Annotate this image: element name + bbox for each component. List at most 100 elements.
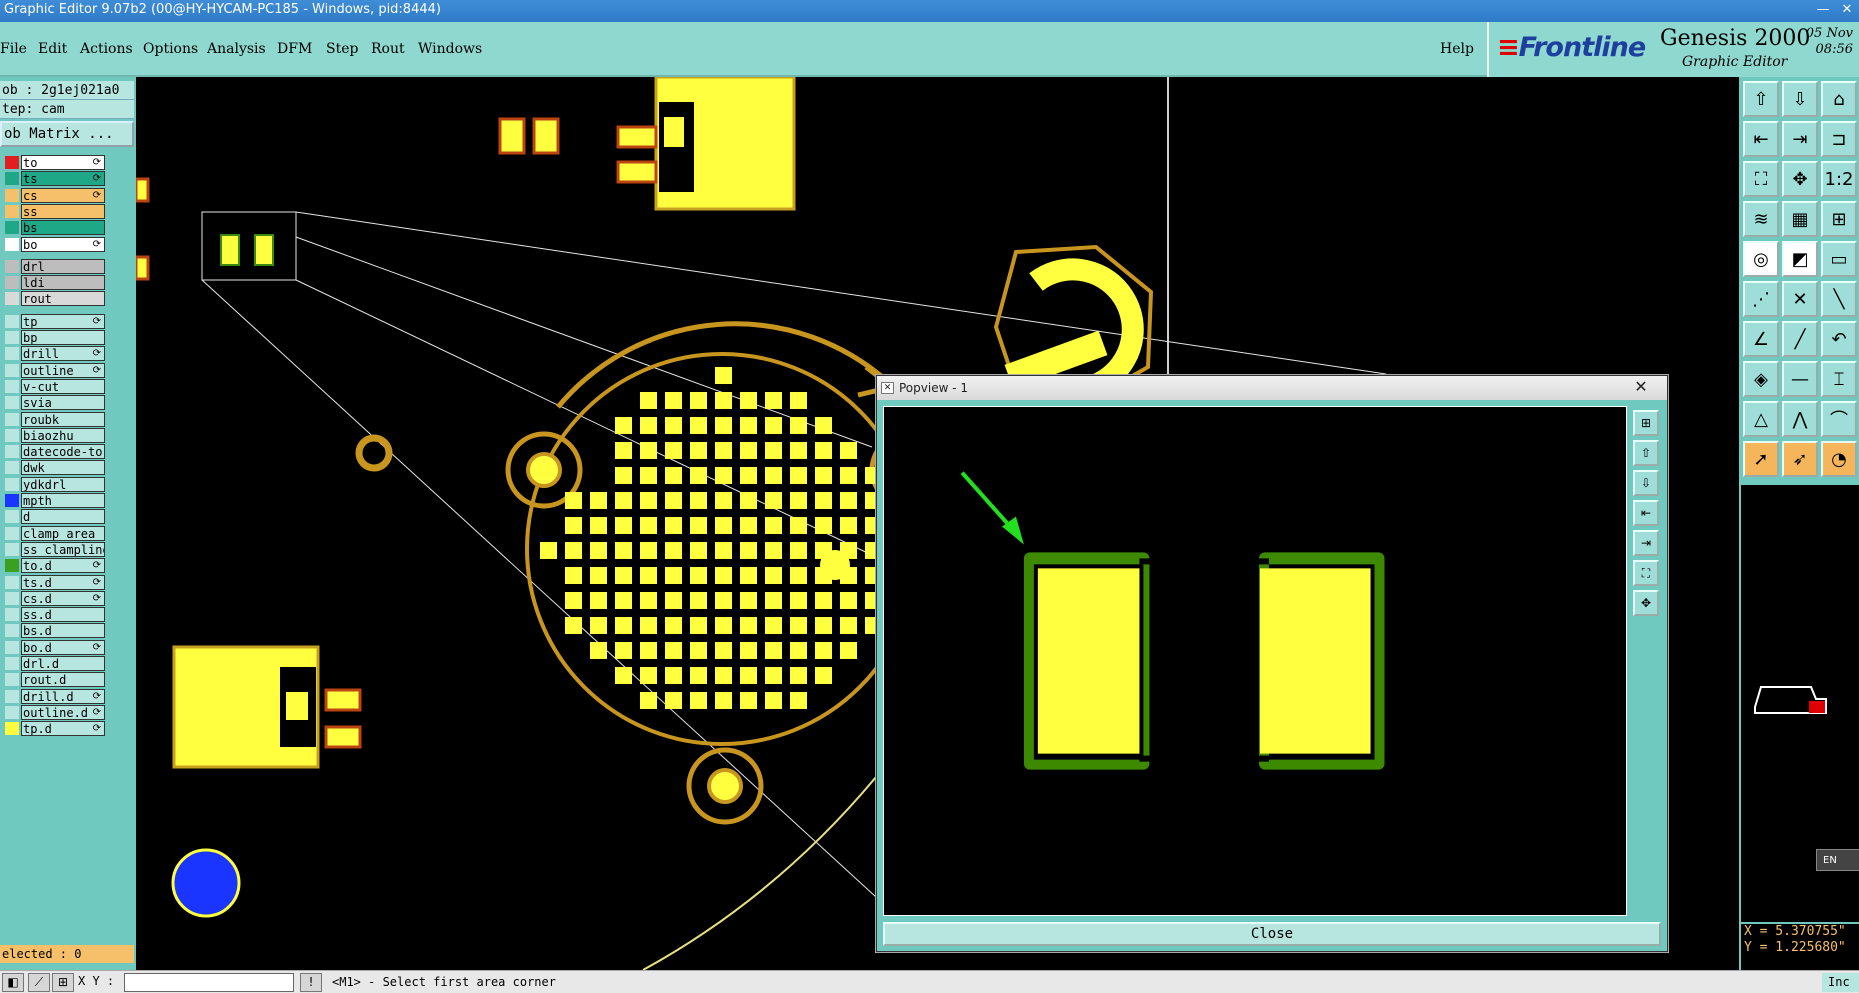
layer-color-swatch[interactable]	[5, 314, 19, 328]
layer-row[interactable]: roubk	[0, 411, 106, 427]
layer-color-swatch[interactable]	[5, 624, 19, 638]
layer-color-swatch[interactable]	[5, 276, 19, 290]
menu-options[interactable]: Options	[143, 41, 198, 57]
popview-pan-icon[interactable]: ✥	[1633, 590, 1659, 616]
home-icon[interactable]: ⌂	[1821, 81, 1857, 117]
popview-canvas[interactable]	[883, 406, 1627, 916]
layer-name[interactable]: roubk	[21, 411, 105, 427]
layer-color-swatch[interactable]	[5, 347, 19, 361]
layer-row[interactable]: tp ⟳	[0, 313, 106, 329]
layer-row[interactable]: tp.d ⟳	[0, 721, 106, 737]
feature-icon[interactable]: ◎	[1743, 241, 1779, 277]
layer-row[interactable]: drill.d ⟳	[0, 688, 106, 704]
layer-color-swatch[interactable]	[5, 396, 19, 410]
layer-row[interactable]: rout.d	[0, 672, 106, 688]
layer-name[interactable]: cs.d ⟳	[21, 590, 105, 606]
layer-name[interactable]: tp ⟳	[21, 313, 105, 329]
grid-icon[interactable]: ▦	[1782, 201, 1818, 237]
layer-color-swatch[interactable]	[5, 591, 19, 605]
home-down-icon[interactable]: ⇩	[1782, 81, 1818, 117]
layer-row[interactable]: bo ⟳	[0, 236, 106, 252]
layer-color-swatch[interactable]	[5, 608, 19, 622]
layer-row[interactable]: biaozhu	[0, 427, 106, 443]
layer-row[interactable]: cs.d ⟳	[0, 590, 106, 606]
status-tool-icon[interactable]: ◧	[2, 973, 24, 992]
snap-icon[interactable]: ⊐	[1821, 121, 1857, 157]
connect-icon[interactable]: ⋰	[1743, 281, 1779, 317]
layer-color-swatch[interactable]	[5, 237, 19, 251]
menu-dfm[interactable]: DFM	[277, 41, 312, 57]
layer-name[interactable]: bo ⟳	[21, 236, 105, 252]
layer-name[interactable]: mpth	[21, 493, 105, 508]
layer-row[interactable]: outline.d ⟳	[0, 704, 106, 720]
layer-color-swatch[interactable]	[5, 363, 19, 377]
layer-color-swatch[interactable]	[5, 331, 19, 344]
layer-name[interactable]: rout	[21, 291, 105, 307]
layer-row[interactable]: drl.d	[0, 656, 106, 671]
layer-name[interactable]: clamp_area	[21, 525, 105, 541]
popview-close-button[interactable]: Close	[883, 922, 1661, 946]
layer-row[interactable]: bp	[0, 330, 106, 345]
ruler-icon[interactable]: ▭	[1821, 241, 1857, 277]
layer-color-swatch[interactable]	[5, 379, 19, 393]
layer-name[interactable]: ss.d	[21, 607, 105, 623]
popview-left-icon[interactable]: ⇤	[1633, 500, 1659, 526]
layer-name[interactable]: drl	[21, 258, 105, 274]
layer-name[interactable]: rout.d	[21, 672, 105, 688]
menu-edit[interactable]: Edit	[38, 41, 67, 57]
layer-color-swatch[interactable]	[5, 412, 19, 426]
layer-row[interactable]: bs.d	[0, 623, 106, 639]
layer-name[interactable]: ss_clampline	[21, 541, 105, 557]
layer-name[interactable]: tp.d ⟳	[21, 721, 105, 737]
popview-fit-icon[interactable]: ⛶	[1633, 560, 1659, 586]
layer-row[interactable]: bo.d ⟳	[0, 639, 106, 655]
close-icon[interactable]: ✕	[1835, 0, 1859, 20]
layer-row[interactable]: rout	[0, 291, 106, 307]
arc-icon[interactable]: ↶	[1821, 321, 1857, 357]
layer-name[interactable]: bs.d	[21, 623, 105, 639]
layer-name[interactable]: to ⟳	[21, 155, 105, 170]
layer-color-swatch[interactable]	[5, 494, 19, 507]
minimize-icon[interactable]: —	[1811, 0, 1835, 20]
layer-name[interactable]: outline ⟳	[21, 362, 105, 378]
layer-color-swatch[interactable]	[5, 559, 19, 573]
status-measure-icon[interactable]: ⟋	[28, 973, 50, 992]
layer-color-swatch[interactable]	[5, 172, 19, 186]
layer-row[interactable]: svia	[0, 395, 106, 411]
layer-row[interactable]: d	[0, 509, 106, 525]
layer-name[interactable]: outline.d ⟳	[21, 704, 105, 720]
layer-color-swatch[interactable]	[5, 259, 19, 273]
fit-icon[interactable]: ⛶	[1743, 161, 1779, 197]
layer-row[interactable]: ts.d ⟳	[0, 574, 106, 590]
popview-up-icon[interactable]: ⇧	[1633, 440, 1659, 466]
popview-right-icon[interactable]: ⇥	[1633, 530, 1659, 556]
unit-toggle[interactable]: Inc	[1822, 973, 1859, 992]
layer-name[interactable]: svia	[21, 395, 105, 411]
layer-name[interactable]: bo.d ⟳	[21, 639, 105, 655]
layer-row[interactable]: clamp_area	[0, 525, 106, 541]
layer-color-swatch[interactable]	[5, 542, 19, 556]
layer-color-swatch[interactable]	[5, 445, 19, 459]
layer-row[interactable]: mpth	[0, 493, 106, 508]
layer-row[interactable]: ts ⟳	[0, 171, 106, 187]
peak-icon[interactable]: ⋀	[1782, 401, 1818, 437]
slice-icon[interactable]: ◩	[1782, 241, 1818, 277]
layer-name[interactable]: ldi	[21, 275, 105, 291]
layer-name[interactable]: bs	[21, 220, 105, 236]
xy-input[interactable]	[124, 973, 294, 992]
layer-row[interactable]: datecode-to	[0, 444, 106, 460]
pan-icon[interactable]: ✥	[1782, 161, 1818, 197]
layer-row[interactable]: drill ⟳	[0, 346, 106, 362]
language-indicator[interactable]: EN	[1816, 849, 1859, 871]
menu-file[interactable]: File	[0, 41, 27, 57]
line-icon[interactable]: ╲	[1821, 281, 1857, 317]
job-matrix-button[interactable]: ob Matrix ...	[0, 121, 134, 147]
status-grid-icon[interactable]: ⊞	[52, 973, 74, 992]
layer-color-swatch[interactable]	[5, 428, 19, 442]
layer-color-swatch[interactable]	[5, 510, 19, 524]
layer-row[interactable]: ss.d	[0, 607, 106, 623]
arch-icon[interactable]: ⌒	[1821, 401, 1857, 437]
layer-name[interactable]: datecode-to	[21, 444, 105, 460]
layer-name[interactable]: ss	[21, 203, 105, 219]
layer-color-swatch[interactable]	[5, 575, 19, 589]
